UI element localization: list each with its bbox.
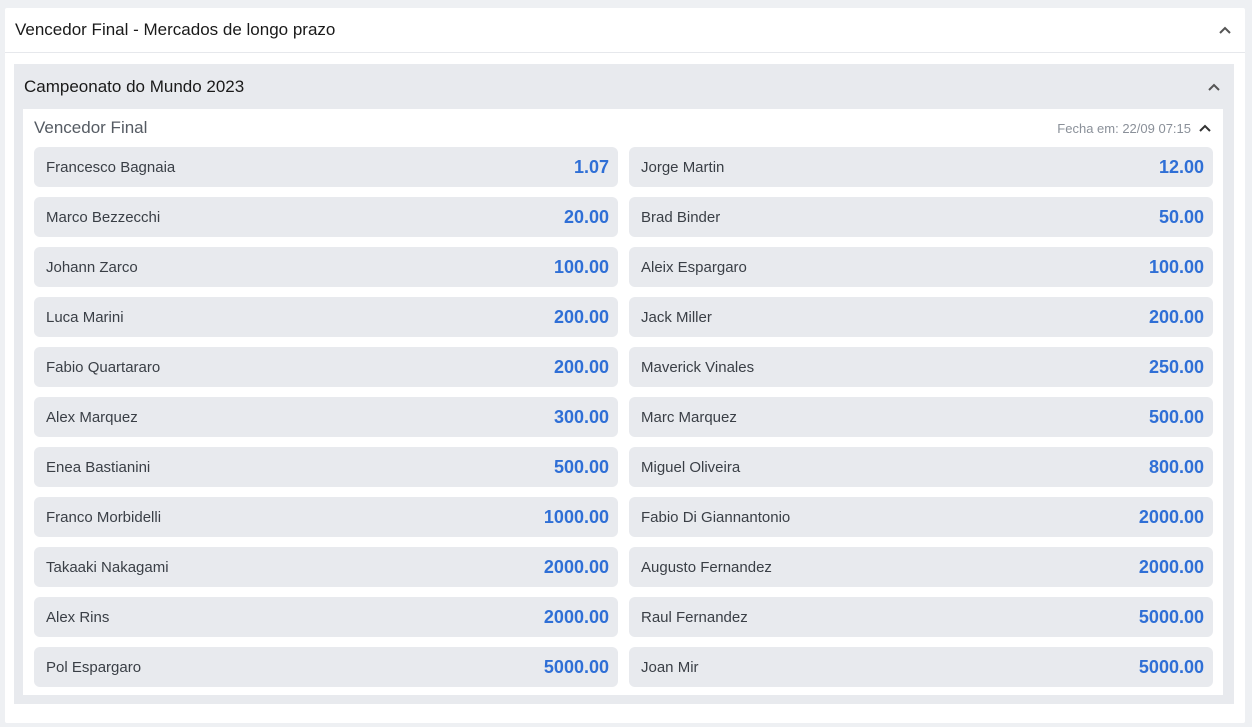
selection-odd: 200.00	[553, 356, 609, 377]
market-close-time: Fecha em: 22/09 07:15	[1057, 120, 1191, 136]
selection-name: Aleix Espargaro	[641, 258, 747, 276]
selection-name: Franco Morbidelli	[46, 508, 162, 526]
selection-name: Johann Zarco	[46, 258, 138, 276]
selection-button[interactable]: Takaaki Nakagami 2000.00	[34, 547, 618, 587]
selection-name: Marco Bezzecchi	[46, 208, 161, 226]
selection-button[interactable]: Fabio Quartararo 200.00	[34, 347, 618, 387]
selection-name: Alex Rins	[46, 608, 110, 626]
selection-odd: 500.00	[1148, 406, 1204, 427]
market-card: Vencedor Final Fecha em: 22/09 07:15 Fra…	[23, 109, 1223, 695]
selection-name: Luca Marini	[46, 308, 124, 326]
market-header[interactable]: Vencedor Final Fecha em: 22/09 07:15	[23, 109, 1223, 147]
selection-odd: 1.07	[573, 156, 609, 177]
market-title: Vencedor Final	[34, 118, 148, 137]
panel-title: Vencedor Final - Mercados de longo prazo	[15, 20, 336, 39]
selection-name: Fabio Di Giannantonio	[641, 508, 791, 526]
selection-odd: 2000.00	[1138, 556, 1204, 577]
long-term-markets-header[interactable]: Vencedor Final - Mercados de longo prazo	[5, 8, 1245, 53]
selection-odd: 200.00	[1148, 306, 1204, 327]
selection-odd: 100.00	[1148, 256, 1204, 277]
selection-button[interactable]: Marc Marquez 500.00	[629, 397, 1213, 437]
selection-name: Augusto Fernandez	[641, 558, 772, 576]
chevron-up-icon[interactable]	[1199, 122, 1211, 134]
market-header-right: Fecha em: 22/09 07:15	[1057, 121, 1211, 136]
selection-button[interactable]: Jack Miller 200.00	[629, 297, 1213, 337]
selection-button[interactable]: Marco Bezzecchi 20.00	[34, 197, 618, 237]
selection-odd: 2000.00	[543, 606, 609, 627]
selection-button[interactable]: Joan Mir 5000.00	[629, 647, 1213, 687]
selection-name: Pol Espargaro	[46, 658, 142, 676]
championship-section: Campeonato do Mundo 2023 Vencedor Final …	[14, 64, 1234, 704]
selection-button[interactable]: Pol Espargaro 5000.00	[34, 647, 618, 687]
selection-name: Marc Marquez	[641, 408, 737, 426]
selection-odd: 2000.00	[1138, 506, 1204, 527]
selection-odd: 200.00	[553, 306, 609, 327]
selection-odd: 500.00	[553, 456, 609, 477]
selection-odd: 100.00	[553, 256, 609, 277]
long-term-markets-panel: Vencedor Final - Mercados de longo prazo…	[5, 8, 1245, 723]
selection-button[interactable]: Alex Rins 2000.00	[34, 597, 618, 637]
selections-grid: Francesco Bagnaia 1.07 Jorge Martin 12.00 …	[34, 147, 1214, 687]
selection-button[interactable]: Fabio Di Giannantonio 2000.00	[629, 497, 1213, 537]
selection-name: Francesco Bagnaia	[46, 158, 176, 176]
selection-button[interactable]: Enea Bastianini 500.00	[34, 447, 618, 487]
selection-odd: 50.00	[1158, 206, 1204, 227]
section-title: Campeonato do Mundo 2023	[24, 76, 245, 96]
selection-name: Raul Fernandez	[641, 608, 748, 626]
selection-name: Jorge Martin	[641, 158, 725, 176]
chevron-up-icon[interactable]	[1208, 81, 1220, 93]
selection-button[interactable]: Franco Morbidelli 1000.00	[34, 497, 618, 537]
selection-name: Brad Binder	[641, 208, 721, 226]
selection-odd: 20.00	[563, 206, 609, 227]
selection-name: Fabio Quartararo	[46, 358, 161, 376]
selection-name: Maverick Vinales	[641, 358, 755, 376]
selection-name: Jack Miller	[641, 308, 712, 326]
selection-name: Joan Mir	[641, 658, 699, 676]
selection-name: Alex Marquez	[46, 408, 138, 426]
selection-button[interactable]: Brad Binder 50.00	[629, 197, 1213, 237]
selection-button[interactable]: Alex Marquez 300.00	[34, 397, 618, 437]
selection-odd: 5000.00	[1138, 656, 1204, 677]
selection-button[interactable]: Miguel Oliveira 800.00	[629, 447, 1213, 487]
selection-button[interactable]: Francesco Bagnaia 1.07	[34, 147, 618, 187]
selection-odd: 800.00	[1148, 456, 1204, 477]
selection-button[interactable]: Jorge Martin 12.00	[629, 147, 1213, 187]
selection-odd: 300.00	[553, 406, 609, 427]
selection-odd: 5000.00	[1138, 606, 1204, 627]
chevron-up-icon[interactable]	[1219, 24, 1231, 36]
selection-odd: 5000.00	[543, 656, 609, 677]
championship-header[interactable]: Campeonato do Mundo 2023	[14, 64, 1234, 109]
selection-button[interactable]: Maverick Vinales 250.00	[629, 347, 1213, 387]
selection-odd: 1000.00	[543, 506, 609, 527]
selection-odd: 250.00	[1148, 356, 1204, 377]
selection-button[interactable]: Raul Fernandez 5000.00	[629, 597, 1213, 637]
selection-odd: 2000.00	[543, 556, 609, 577]
selection-name: Takaaki Nakagami	[46, 558, 169, 576]
selection-button[interactable]: Luca Marini 200.00	[34, 297, 618, 337]
selection-button[interactable]: Augusto Fernandez 2000.00	[629, 547, 1213, 587]
selection-button[interactable]: Aleix Espargaro 100.00	[629, 247, 1213, 287]
selection-name: Miguel Oliveira	[641, 458, 741, 476]
selection-name: Enea Bastianini	[46, 458, 151, 476]
selection-odd: 12.00	[1158, 156, 1204, 177]
selection-button[interactable]: Johann Zarco 100.00	[34, 247, 618, 287]
